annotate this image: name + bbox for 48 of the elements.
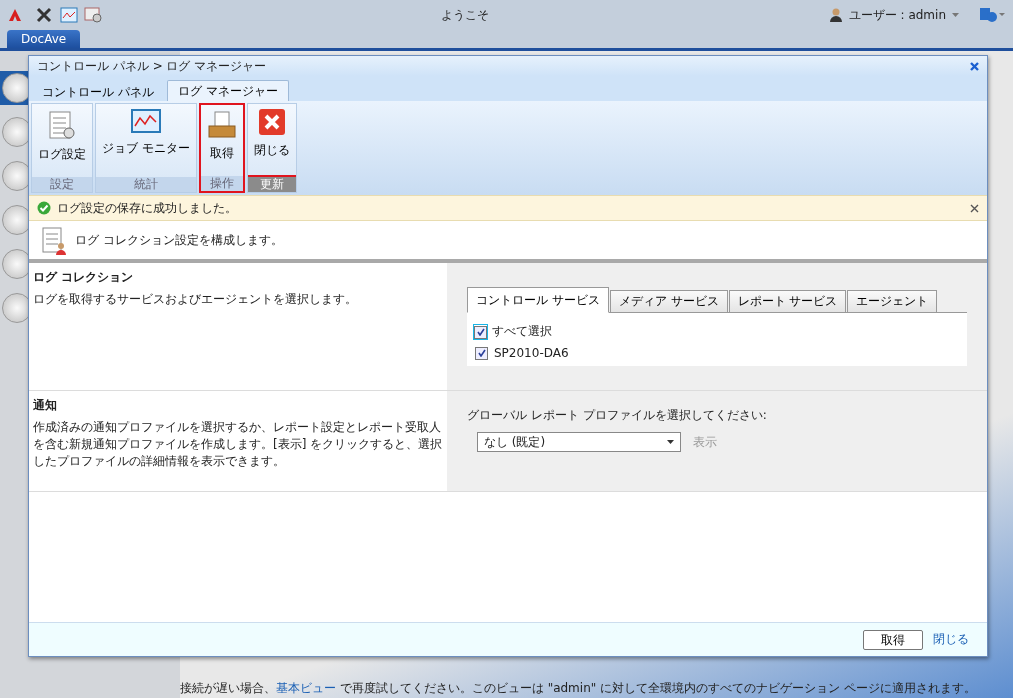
caret-icon — [952, 13, 959, 17]
group-label: 操作 — [200, 176, 243, 191]
notepad-user-icon — [41, 225, 67, 255]
ribbon-tab[interactable]: コントロール パネル — [31, 82, 165, 101]
user-icon — [828, 8, 843, 22]
dialog-title: コントロール パネル > ログ マネージャー — [37, 57, 268, 75]
logo-icon — [8, 8, 22, 22]
field-label: グローバル レポート プロファイルを選択してください: — [467, 407, 768, 424]
close-link[interactable]: 閉じる — [933, 631, 969, 648]
ribbon-button[interactable]: ログ設定 — [32, 104, 92, 177]
section-description: ログを取得するサービスおよびエージェントを選択します。 — [33, 291, 358, 308]
service-tab[interactable]: メディア サービス — [609, 290, 728, 313]
caret-icon — [667, 440, 674, 444]
section-title: 通知 — [33, 397, 58, 414]
connection-note: 接続が遅い場合、基本ビュー で再度試してください。このビューは "admin" に対して全環境内のすべてのナビゲーション ページに適用されます。 — [180, 680, 977, 697]
document-tray-icon — [206, 109, 237, 139]
basic-view-link[interactable]: 基本ビュー — [276, 681, 336, 695]
service-tab[interactable]: レポート サービス — [728, 290, 847, 313]
group-label: 統計 — [96, 177, 196, 192]
profile-dropdown[interactable]: なし (既定) — [477, 432, 681, 452]
section-description: 作成済みの通知プロファイルを選択するか、レポート設定とレポート受取人を含む新規通知プロファイルを作成します。[表示] をクリックすると、選択したプロファイルの詳細情報を表示できます。 — [33, 419, 443, 470]
app-tab[interactable]: DocAve — [7, 30, 81, 48]
notepad-gear-icon — [48, 108, 76, 140]
group-label: 設定 — [32, 177, 92, 192]
ribbon-button[interactable]: ジョブ モニター — [96, 104, 196, 177]
close-icon — [970, 203, 979, 213]
service-tab[interactable]: エージェント — [847, 290, 938, 313]
success-message: ログ設定の保存に成功しました。 — [57, 199, 238, 217]
close-button[interactable] — [970, 203, 979, 213]
check-circle-icon — [37, 201, 51, 215]
ribbon-button[interactable]: 閉じる — [247, 104, 296, 175]
group-label: 更新 — [247, 175, 296, 192]
checkbox-label: すべて選択 — [492, 323, 552, 340]
close-button[interactable] — [970, 61, 979, 71]
service-tab[interactable]: コントロール サービス — [467, 287, 609, 313]
chart-window-icon[interactable] — [60, 7, 78, 23]
section-title: ログ コレクション — [33, 269, 135, 286]
header-text: ログ コレクション設定を構成します。 — [75, 231, 283, 249]
user-menu[interactable]: ユーザー : admin — [848, 6, 946, 24]
checkbox-label: SP2010-DA6 — [494, 346, 569, 360]
close-icon — [970, 61, 979, 71]
page-title: ようこそ — [440, 6, 491, 24]
ribbon-tab[interactable]: ログ マネージャー — [166, 80, 289, 101]
retrieve-button[interactable]: 取得 — [863, 629, 923, 650]
close-icon — [257, 108, 286, 136]
ribbon-button[interactable]: 取得 — [200, 105, 243, 176]
window-clock-icon[interactable] — [84, 7, 102, 23]
chart-window-icon — [130, 108, 161, 134]
